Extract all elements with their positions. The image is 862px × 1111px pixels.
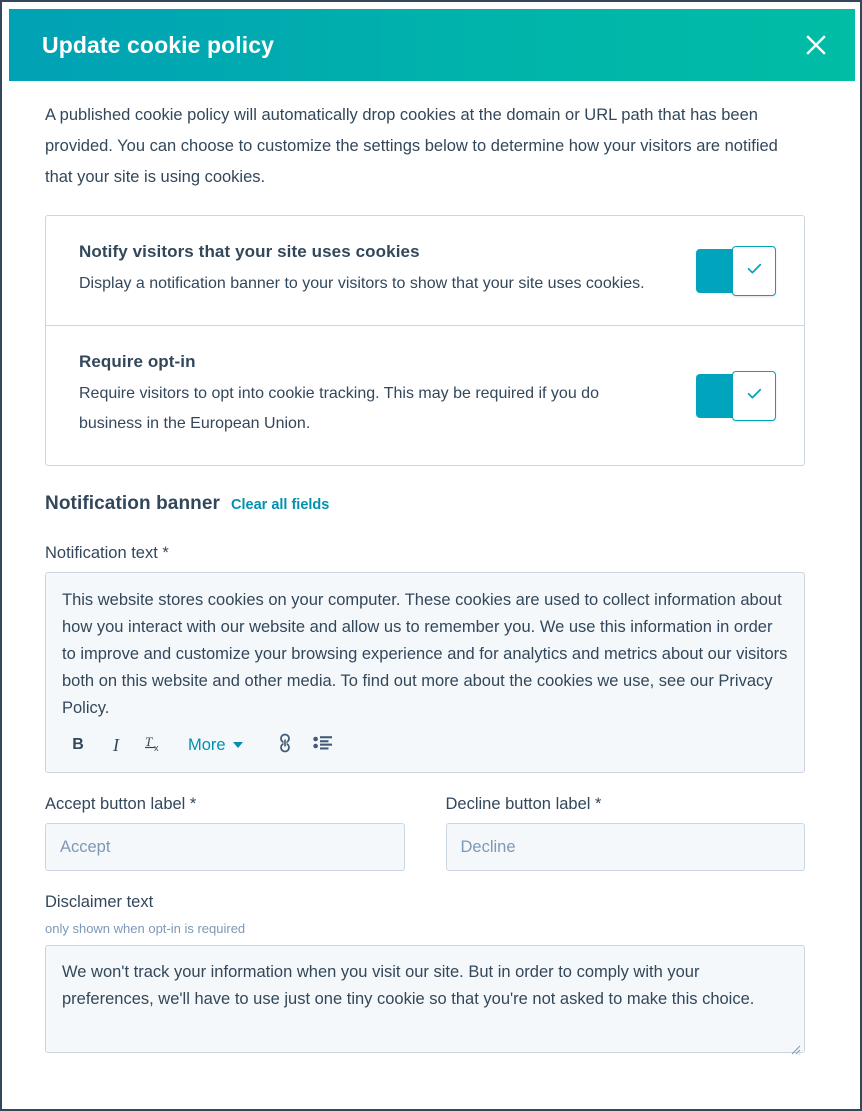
- check-icon: [745, 384, 764, 408]
- bulleted-list-button[interactable]: [312, 733, 333, 757]
- clear-formatting-button[interactable]: T x: [144, 733, 164, 757]
- more-label: More: [188, 735, 226, 754]
- notification-text-value[interactable]: This website stores cookies on your comp…: [46, 573, 804, 726]
- more-dropdown[interactable]: More: [188, 736, 243, 755]
- link-icon: [276, 733, 294, 758]
- toggle-knob: [732, 370, 776, 421]
- clear-all-fields-link[interactable]: Clear all fields: [231, 497, 329, 513]
- setting-row-notify: Notify visitors that your site uses cook…: [46, 216, 804, 325]
- toggle-require-optin[interactable]: [696, 370, 776, 421]
- disclaimer-textarea-wrap: [45, 945, 805, 1058]
- setting-title-optin: Require opt-in: [79, 352, 196, 371]
- toggle-knob: [732, 245, 776, 296]
- modal-header: Update cookie policy: [9, 9, 855, 81]
- accept-field-group: Accept button label *: [45, 795, 405, 871]
- setting-text-optin: Require opt-in Require visitors to opt i…: [79, 352, 649, 439]
- intro-paragraph: A published cookie policy will automatic…: [45, 106, 778, 186]
- setting-description-notify: Display a notification banner to your vi…: [79, 275, 645, 292]
- decline-field-group: Decline button label *: [445, 795, 805, 871]
- setting-title-notify: Notify visitors that your site uses cook…: [79, 242, 420, 261]
- decline-button-label-input[interactable]: [445, 823, 805, 871]
- settings-card-group: Notify visitors that your site uses cook…: [45, 215, 805, 466]
- section-title: Notification banner: [45, 493, 221, 514]
- accept-button-label-label: Accept button label *: [45, 795, 197, 813]
- button-labels-row: Accept button label * Decline button lab…: [45, 795, 805, 871]
- setting-text-notify: Notify visitors that your site uses cook…: [79, 242, 645, 299]
- bulleted-list-icon: [312, 734, 333, 757]
- disclaimer-text-sublabel: only shown when opt-in is required: [45, 921, 246, 936]
- disclaimer-text-label: Disclaimer text: [45, 893, 154, 911]
- notification-text-label: Notification text *: [45, 544, 169, 562]
- editor-toolbar: B I T x More: [46, 726, 804, 772]
- close-icon: [805, 34, 827, 56]
- check-icon: [745, 259, 764, 283]
- bold-button[interactable]: B: [68, 733, 88, 757]
- toggle-notify-visitors[interactable]: [696, 245, 776, 296]
- accept-button-label-input[interactable]: [45, 823, 405, 871]
- cookie-policy-modal: Update cookie policy A published cookie …: [0, 0, 862, 1111]
- italic-button[interactable]: I: [106, 733, 126, 757]
- modal-body: A published cookie policy will automatic…: [9, 81, 855, 1109]
- svg-text:T: T: [145, 734, 153, 749]
- chevron-down-icon: [232, 742, 243, 748]
- clear-formatting-icon: T x: [144, 733, 164, 758]
- link-button[interactable]: [275, 733, 295, 757]
- disclaimer-text-input[interactable]: [45, 945, 805, 1053]
- decline-button-label-label: Decline button label *: [445, 795, 602, 813]
- setting-row-optin: Require opt-in Require visitors to opt i…: [46, 325, 804, 465]
- notification-banner-heading: Notification banner Clear all fields: [45, 493, 819, 515]
- notification-text-editor[interactable]: This website stores cookies on your comp…: [45, 572, 805, 773]
- page-title: Update cookie policy: [42, 31, 275, 58]
- setting-description-optin: Require visitors to opt into cookie trac…: [79, 385, 599, 432]
- svg-text:x: x: [154, 743, 159, 753]
- close-button[interactable]: [801, 30, 831, 60]
